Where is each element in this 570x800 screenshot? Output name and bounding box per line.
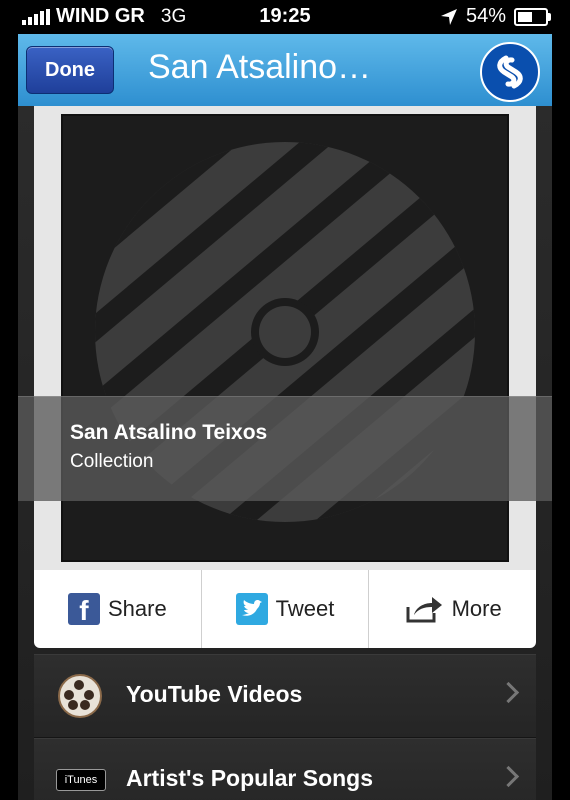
list-item-label: Artist's Popular Songs <box>126 765 374 791</box>
itunes-icon: iTunes <box>56 769 106 791</box>
track-title: San Atsalino Teixos <box>70 421 268 444</box>
more-share-button[interactable]: More <box>369 570 536 648</box>
chevron-right-icon <box>497 765 520 788</box>
status-bar: WIND GR 3G 19:25 54% <box>0 0 570 34</box>
list-item-youtube-videos[interactable]: YouTube Videos <box>34 654 536 738</box>
done-button[interactable]: Done <box>26 46 114 94</box>
status-right: 54% <box>440 5 551 28</box>
tweet-label: Tweet <box>275 596 335 621</box>
battery-icon <box>514 7 551 26</box>
navigation-bar: Done San Atsalino… <box>18 34 552 107</box>
share-arrow-icon <box>406 597 442 623</box>
twitter-icon <box>235 593 268 625</box>
list-item-label: YouTube Videos <box>126 681 303 707</box>
chevron-right-icon <box>497 681 520 704</box>
facebook-share-button[interactable]: f Share <box>34 570 202 648</box>
share-row: f Share Tweet More <box>34 570 536 648</box>
album-art-frame <box>34 106 536 572</box>
shazam-logo-button[interactable] <box>480 42 540 102</box>
app-window: Done San Atsalino… San Atsalino Teixos C… <box>18 34 552 800</box>
status-left: WIND GR 3G <box>22 5 186 28</box>
battery-percent: 54% <box>465 5 506 27</box>
share-label: Share <box>107 596 167 621</box>
signal-strength-icon <box>22 8 50 25</box>
tweet-button[interactable]: Tweet <box>202 570 370 648</box>
nav-title: San Atsalino… <box>148 48 372 86</box>
location-arrow-icon <box>440 8 457 25</box>
track-info-overlay: San Atsalino Teixos Collection <box>18 396 552 501</box>
list-item-popular-songs[interactable]: iTunes Artist's Popular Songs <box>34 738 536 800</box>
carrier-name: WIND GR <box>56 5 145 27</box>
track-subtitle: Collection <box>70 451 154 472</box>
shazam-icon <box>497 55 523 89</box>
network-type: 3G <box>160 5 187 27</box>
facebook-icon: f <box>67 593 100 626</box>
more-label: More <box>451 596 502 621</box>
film-reel-icon <box>58 674 102 718</box>
